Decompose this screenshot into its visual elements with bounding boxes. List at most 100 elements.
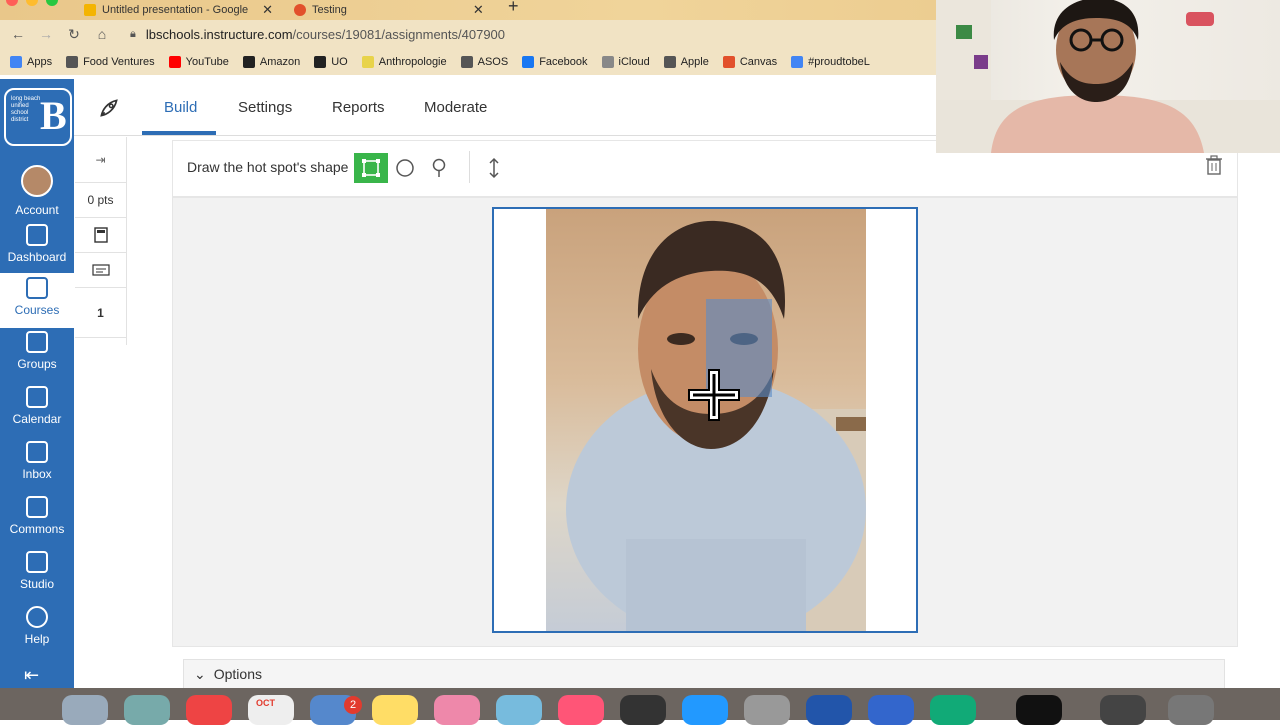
dock-app-icon[interactable] (1016, 695, 1062, 725)
url-field[interactable]: lbschools.instructure.com/courses/19081/… (146, 27, 505, 42)
dock-app-icon[interactable] (682, 695, 728, 725)
rectangle-shape-button[interactable] (354, 153, 388, 183)
nav-item-commons[interactable]: Commons (0, 492, 74, 547)
toolbar-divider (469, 151, 470, 183)
nav-item-label: Help (24, 632, 50, 646)
forward-arrow-icon[interactable]: → (32, 26, 60, 42)
bookmark-item[interactable]: Facebook (522, 55, 588, 68)
nav-item-help[interactable]: Help (0, 602, 74, 657)
folder-icon (66, 55, 79, 68)
bookmark-item[interactable]: YouTube (168, 55, 229, 68)
dock-app-icon[interactable] (868, 695, 914, 725)
lock-icon[interactable]: 🔒︎ (130, 28, 136, 41)
avatar-icon (21, 165, 53, 197)
circle-shape-button[interactable] (388, 153, 422, 183)
dock-app-icon[interactable] (558, 695, 604, 725)
tab-build[interactable]: Build (164, 99, 197, 116)
tab-title: Testing (312, 4, 347, 16)
reload-icon[interactable]: ↻ (60, 26, 88, 43)
dock-app-icon[interactable] (496, 695, 542, 725)
dock-app-icon[interactable] (620, 695, 666, 725)
bookmark-item[interactable]: Food Ventures (66, 55, 155, 68)
browser-tab[interactable]: Untitled presentation - Google ✕ (84, 0, 273, 20)
bookmark-item[interactable]: Anthropologie (361, 55, 447, 68)
tab-title: Untitled presentation - Google (102, 4, 249, 16)
dock-app-icon[interactable] (1100, 695, 1146, 725)
nav-item-studio[interactable]: Studio (0, 547, 74, 602)
bookmark-item[interactable]: Amazon (242, 55, 301, 68)
anthropologie-icon (361, 55, 374, 68)
resize-vertical-icon[interactable] (477, 153, 511, 183)
courses-icon (26, 277, 48, 299)
tab-moderate[interactable]: Moderate (424, 99, 487, 116)
zoom-window-button[interactable] (46, 0, 58, 6)
hotspot-instruction: Draw the hot spot's shape (187, 159, 349, 175)
bookmark-item[interactable]: ASOS (460, 55, 508, 68)
points-label: 0 pts (75, 183, 126, 218)
apple-icon (601, 55, 614, 68)
calculator-icon[interactable] (75, 218, 126, 253)
question-sidebar: ⇥ 0 pts 1 (75, 137, 127, 345)
question-number[interactable]: 1 (75, 288, 126, 338)
home-icon[interactable]: ⌂ (88, 26, 116, 42)
active-tab-indicator (142, 131, 216, 135)
nav-item-label: Studio (19, 577, 55, 591)
bookmark-item[interactable]: Canvas (722, 55, 777, 68)
inbox-icon (26, 441, 48, 463)
dashboard-icon (26, 224, 48, 246)
nav-item-courses[interactable]: Courses (0, 273, 74, 328)
youtube-icon (168, 55, 181, 68)
collapse-nav-icon[interactable]: ⇤ (24, 665, 39, 686)
bookmark-item[interactable]: #proudtobeL (791, 55, 870, 68)
tab-reports[interactable]: Reports (332, 99, 385, 116)
chevron-down-icon: ⌄ (194, 665, 206, 682)
bookmark-label: YouTube (185, 55, 229, 68)
nav-item-label: Courses (14, 303, 60, 317)
dock-app-icon[interactable] (186, 695, 232, 725)
dock-app-icon[interactable] (372, 695, 418, 725)
dock-app-icon[interactable] (62, 695, 108, 725)
dock-app-icon[interactable] (1168, 695, 1214, 725)
bookmark-label: UO (331, 55, 348, 68)
nav-item-label: Commons (9, 522, 65, 536)
bookmark-item[interactable]: Apps (10, 55, 53, 68)
bookmark-item[interactable]: iCloud (601, 55, 650, 68)
close-window-button[interactable] (6, 0, 18, 6)
bookmark-label: iCloud (618, 55, 650, 68)
minimize-window-button[interactable] (26, 0, 38, 6)
uo-icon (314, 55, 327, 68)
bookmark-label: Amazon (259, 55, 301, 68)
facebook-icon (522, 55, 535, 68)
dock-app-icon[interactable] (124, 695, 170, 725)
nav-item-label: Inbox (22, 467, 52, 481)
dock-app-icon[interactable] (806, 695, 852, 725)
dock-app-icon[interactable] (930, 695, 976, 725)
nav-item-inbox[interactable]: Inbox (0, 437, 74, 492)
logo-letter: B (40, 93, 67, 138)
nav-item-label: Account (15, 203, 59, 217)
globe-icon (663, 55, 676, 68)
back-arrow-icon[interactable]: ← (4, 26, 32, 42)
close-tab-icon[interactable]: ✕ (262, 2, 273, 18)
school-district-logo[interactable]: long beach unified school district B (4, 88, 72, 146)
bookmark-item[interactable]: Apple (663, 55, 709, 68)
nav-item-dashboard[interactable]: Dashboard (0, 220, 74, 275)
dock-app-icon[interactable] (434, 695, 480, 725)
close-tab-icon[interactable]: ✕ (473, 2, 484, 18)
nav-item-calendar[interactable]: Calendar (0, 382, 74, 437)
browser-tab[interactable]: Testing ✕ (294, 0, 484, 20)
text-block-icon[interactable] (75, 253, 126, 288)
expand-icon[interactable]: ⇥ (75, 137, 126, 183)
nav-item-groups[interactable]: Groups (0, 327, 74, 382)
new-tab-button[interactable]: + (508, 0, 519, 17)
nav-item-account[interactable]: Account (0, 161, 74, 217)
bookmark-label: Facebook (539, 55, 588, 68)
bookmark-label: Apps (27, 55, 53, 68)
dock-app-icon[interactable] (744, 695, 790, 725)
bookmark-item[interactable]: UO (314, 55, 348, 68)
pin-shape-button[interactable] (422, 153, 456, 183)
trash-icon[interactable] (1205, 155, 1223, 180)
tab-settings[interactable]: Settings (238, 99, 292, 116)
help-icon (26, 606, 48, 628)
options-expander[interactable]: ⌄ Options (183, 659, 1225, 689)
